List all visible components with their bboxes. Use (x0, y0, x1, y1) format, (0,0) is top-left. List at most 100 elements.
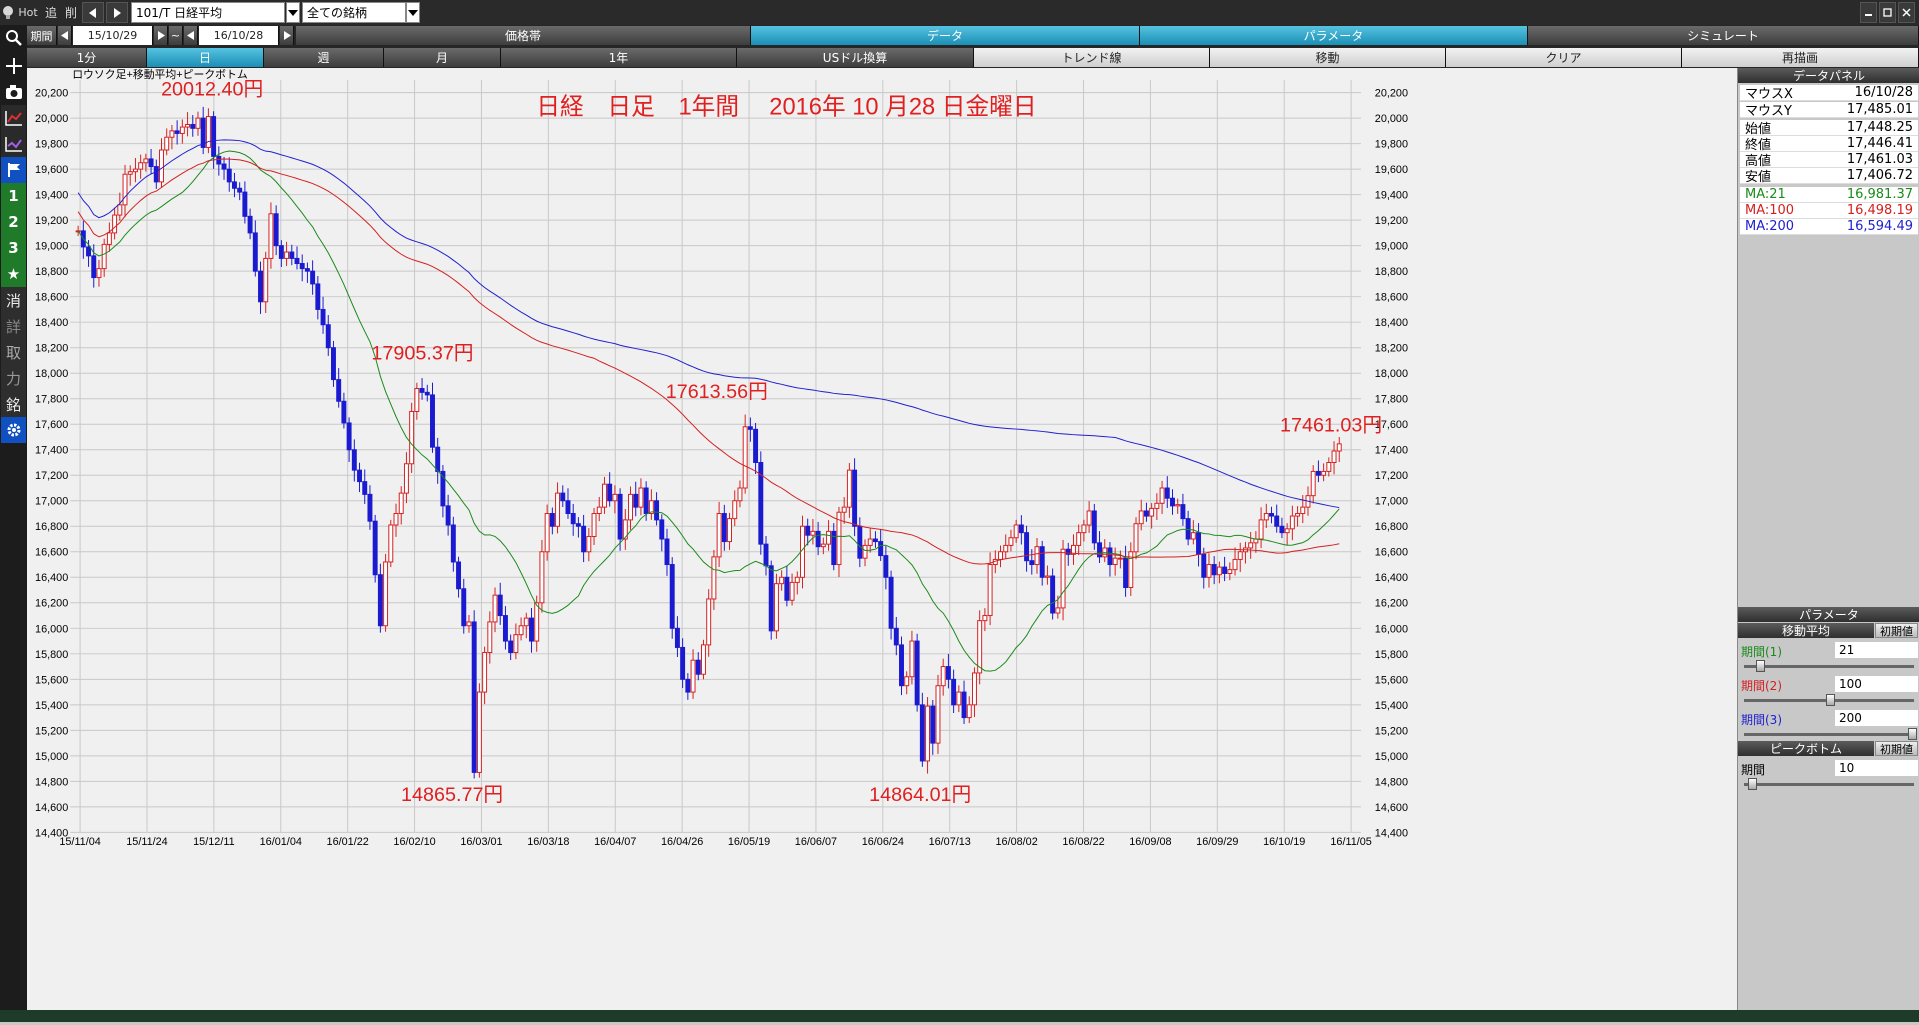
candle-body (591, 513, 597, 537)
close-button[interactable] (1898, 2, 1915, 23)
to-date-input[interactable]: 16/10/28 (199, 26, 279, 45)
data-row-value: 17,448.25 (1846, 120, 1913, 135)
next-symbol-button[interactable] (106, 2, 128, 23)
star-icon[interactable]: ★ (1, 261, 26, 287)
ma2-slider-knob[interactable] (1826, 694, 1835, 706)
y-tick-right: 19,200 (1375, 215, 1408, 227)
x-tick-label: 16/07/13 (929, 836, 971, 848)
candle-body (612, 493, 618, 502)
tab-parameter[interactable]: パラメータ (1140, 26, 1528, 45)
candle-body (940, 666, 946, 687)
hot-icon[interactable] (0, 2, 15, 23)
tab-data[interactable]: データ (751, 26, 1140, 45)
ma2-value[interactable]: 100 (1835, 676, 1918, 692)
candle-body (1123, 557, 1129, 588)
ma-init-button[interactable]: 初期値 (1875, 623, 1918, 638)
pb-period-value[interactable]: 10 (1835, 760, 1918, 776)
from-prev-button[interactable] (58, 26, 72, 45)
tab-1min[interactable]: 1分 (27, 48, 147, 67)
to-next-button[interactable] (280, 26, 294, 45)
prev-symbol-button[interactable] (82, 2, 104, 23)
y-tick-left: 20,200 (35, 88, 68, 100)
crosshair-icon[interactable] (1, 53, 26, 79)
ma1-value[interactable]: 21 (1835, 642, 1918, 658)
candle-body (456, 561, 462, 590)
pb-init-button[interactable]: 初期値 (1875, 741, 1918, 756)
candle-body (1284, 528, 1290, 534)
ma1-slider[interactable] (1744, 665, 1914, 668)
scope-dropdown-icon[interactable] (406, 2, 420, 23)
candle-body (810, 530, 816, 536)
candle-body (242, 191, 248, 217)
candle-body (815, 530, 821, 548)
data-row-key: MA:100 (1745, 203, 1795, 218)
tilde-label: ~ (169, 26, 183, 45)
tab-move[interactable]: 移動 (1210, 48, 1446, 67)
candle-body (987, 564, 993, 617)
candle-body (966, 704, 972, 719)
scope-select[interactable]: 全ての銘柄 (302, 2, 406, 23)
flag-icon[interactable] (1, 157, 26, 183)
chart-line-purple-icon[interactable] (1, 131, 26, 157)
delete-button[interactable]: 削 (62, 2, 80, 23)
tab-clear[interactable]: クリア (1446, 48, 1682, 67)
tab-daily[interactable]: 日 (147, 48, 264, 67)
ma1-slider-knob[interactable] (1756, 660, 1765, 672)
candle-body (841, 506, 847, 513)
candle-body (1143, 510, 1149, 517)
symbol-button[interactable]: 銘 (1, 391, 26, 417)
candle-body (231, 181, 237, 189)
tab-1year[interactable]: 1年 (501, 48, 737, 67)
input-button[interactable]: 力 (1, 365, 26, 391)
erase-button[interactable]: 消 (1, 287, 26, 313)
camera-icon[interactable] (1, 79, 26, 105)
tab-redraw[interactable]: 再描画 (1682, 48, 1919, 67)
candle-body (247, 215, 253, 234)
ma3-slider-knob[interactable] (1908, 728, 1917, 740)
ma3-value[interactable]: 200 (1835, 710, 1918, 726)
candle-body (1279, 525, 1285, 534)
price-chart[interactable]: 20,200 20,200 20,000 20,000 19,800 19,800 19,6… (27, 67, 1738, 1022)
overview-strip[interactable] (0, 1010, 1919, 1022)
candle-body (112, 214, 118, 234)
search-icon[interactable] (1, 25, 26, 51)
candle-body (159, 149, 164, 183)
candle-body (763, 543, 769, 567)
tab-price-zone[interactable]: 価格帯 (296, 26, 751, 45)
y-tick-left: 16,600 (35, 547, 68, 559)
pb-slider[interactable] (1744, 783, 1914, 786)
from-next-button[interactable] (154, 26, 168, 45)
ma3-slider[interactable] (1744, 733, 1914, 736)
to-prev-button[interactable] (184, 26, 198, 45)
tab-usd-convert[interactable]: USドル換算 (737, 48, 974, 67)
tab-simulate[interactable]: シミュレート (1528, 26, 1919, 45)
y-tick-right: 15,200 (1375, 725, 1408, 737)
symbol-dropdown-icon[interactable] (286, 2, 300, 23)
candle-body (794, 576, 800, 583)
trade-button[interactable]: 取 (1, 339, 26, 365)
preset-2-button[interactable]: 2 (1, 209, 26, 235)
symbol-input[interactable]: 101/T 日経平均 (131, 2, 285, 23)
tab-trendline[interactable]: トレンド線 (974, 48, 1210, 67)
minimize-button[interactable] (1860, 2, 1877, 23)
tab-monthly[interactable]: 月 (384, 48, 501, 67)
chart-line-red-icon[interactable] (1, 105, 26, 131)
candle-body (1112, 557, 1118, 566)
preset-3-button[interactable]: 3 (1, 235, 26, 261)
pb-slider-knob[interactable] (1748, 778, 1757, 790)
from-date-input[interactable]: 15/10/29 (73, 26, 153, 45)
y-tick-right: 18,400 (1375, 317, 1408, 329)
data-row-7: MA:100 16,498.19 (1740, 203, 1918, 219)
preset-1-button[interactable]: 1 (1, 183, 26, 209)
candle-body (575, 523, 581, 527)
candle-body (476, 691, 482, 773)
tab-weekly[interactable]: 週 (264, 48, 384, 67)
hot-button[interactable]: Hot (16, 2, 40, 23)
add-button[interactable]: 追 (42, 2, 60, 23)
maximize-button[interactable] (1879, 2, 1896, 23)
detail-button[interactable]: 詳 (1, 313, 26, 339)
candle-body (1039, 546, 1045, 578)
interval-row: 1分 日 週 月 1年 USドル換算 トレンド線 移動 クリア 再描画 (0, 47, 1919, 68)
candle-body (179, 126, 185, 134)
gear-icon[interactable] (1, 417, 26, 443)
